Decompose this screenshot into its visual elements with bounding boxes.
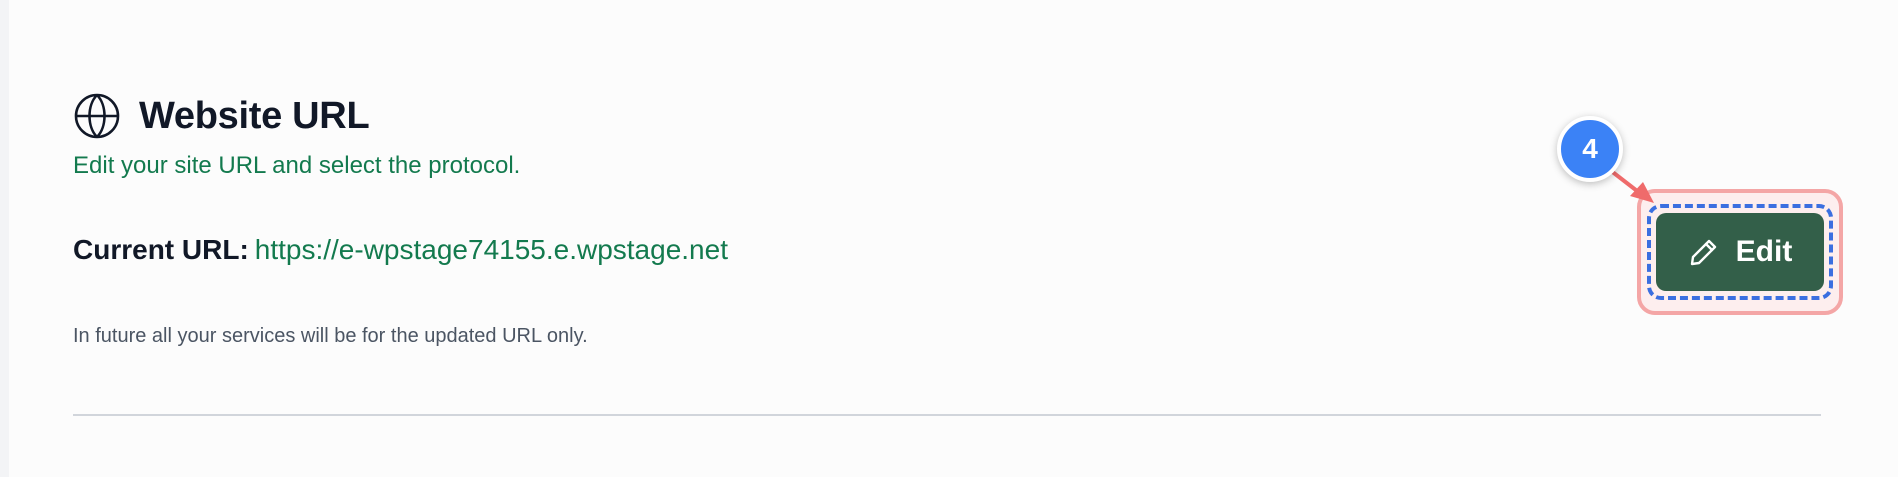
url-note: In future all your services will be for … bbox=[73, 325, 588, 347]
section-subtitle: Edit your site URL and select the protoc… bbox=[73, 152, 521, 179]
current-url-value: https://e-wpstage74155.e.wpstage.net bbox=[254, 234, 728, 265]
globe-icon bbox=[74, 93, 120, 139]
section-header: Website URL bbox=[73, 92, 370, 140]
edit-url-button[interactable]: Edit bbox=[1656, 213, 1824, 291]
step-number-badge: 4 bbox=[1557, 116, 1623, 182]
edit-button-label: Edit bbox=[1735, 235, 1793, 268]
pencil-icon bbox=[1690, 239, 1716, 266]
section-divider bbox=[73, 414, 1821, 416]
current-url-label: Current URL: bbox=[73, 234, 249, 265]
current-url-row: Current URL: https://e-wpstage74155.e.wps… bbox=[73, 234, 728, 266]
section-title: Website URL bbox=[139, 94, 370, 137]
page-frame: Website URL Edit your site URL and selec… bbox=[0, 0, 1898, 477]
